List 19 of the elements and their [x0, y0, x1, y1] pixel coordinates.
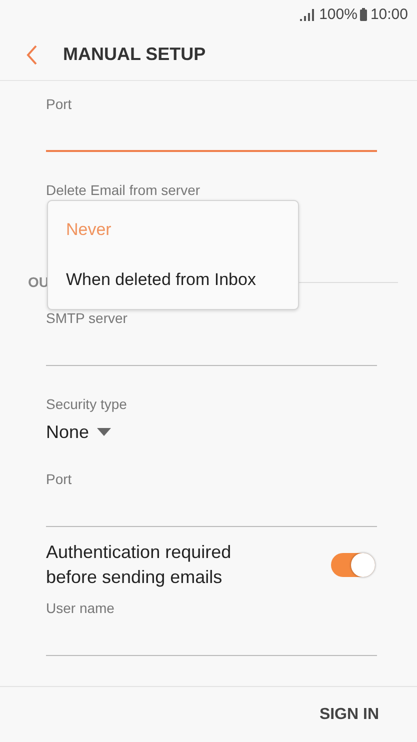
field-label: Port — [46, 471, 73, 488]
clock: 10:00 — [370, 6, 408, 24]
switch-knob — [351, 553, 375, 578]
toggle-switch[interactable] — [331, 553, 375, 578]
screen-title: MANUAL SETUP — [63, 44, 206, 66]
dropdown[interactable]: None — [46, 420, 112, 444]
field-label: Port — [46, 96, 73, 112]
dropdown-arrow-icon — [97, 428, 112, 436]
signal-icon — [300, 8, 314, 21]
battery-percent: 100% — [319, 6, 358, 24]
field-label: User name — [46, 600, 116, 616]
field-label: Delete Email from server — [46, 182, 202, 198]
back-icon — [26, 44, 38, 65]
sign-in-button[interactable]: SIGN IN — [319, 702, 379, 728]
menu-option[interactable]: When deleted from Inbox — [48, 260, 298, 300]
setting-label: Authentication required before sending emails — [46, 541, 232, 590]
field-label: Security type — [46, 396, 128, 412]
battery-icon — [360, 8, 368, 22]
field-label: SMTP server — [46, 310, 128, 326]
